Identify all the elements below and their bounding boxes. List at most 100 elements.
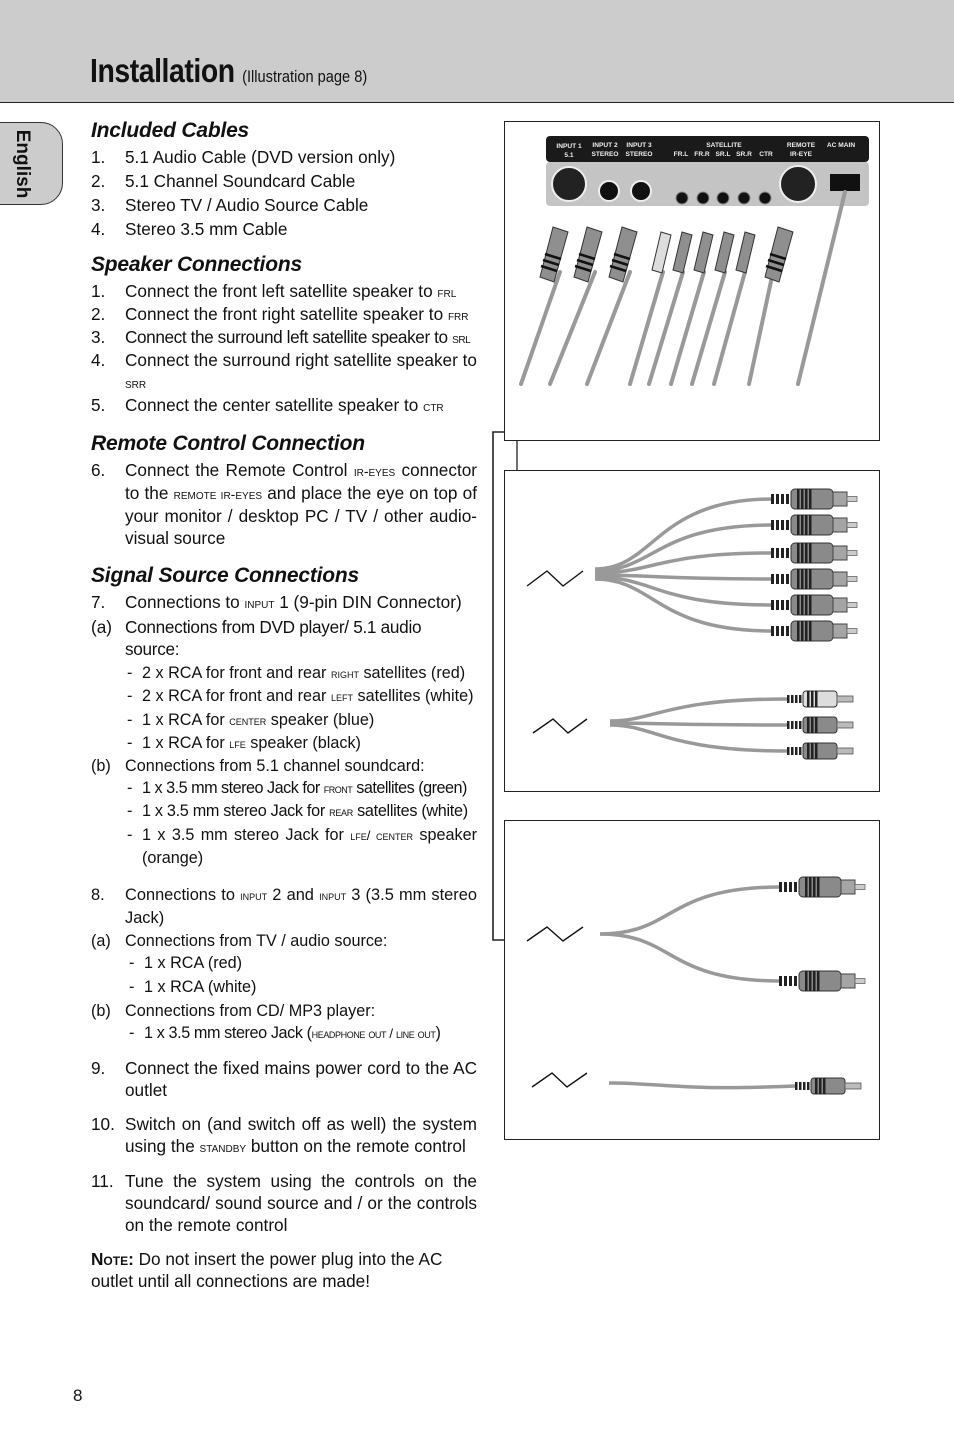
item-text: Stereo TV / Audio Source Cable xyxy=(125,195,369,215)
sub-item: -1 x RCA (white) xyxy=(129,976,477,999)
jack-socket-icon xyxy=(696,191,710,205)
panel-label: STEREO xyxy=(591,151,618,158)
satellite-label: FR.L xyxy=(674,151,689,158)
item-number: (a) xyxy=(91,932,111,951)
section-heading: Speaker Connections xyxy=(91,253,302,276)
sub-item: -1 x RCA for LFE speaker (black) xyxy=(127,733,361,752)
item-number: (a) xyxy=(91,617,113,637)
item-number: 4. xyxy=(91,219,106,239)
panel-label: INPUT 2 xyxy=(592,142,618,149)
item-text: speaker (black) xyxy=(250,733,361,752)
list-item: 1. 5.1 Audio Cable (DVD version only) xyxy=(91,146,477,168)
connector-code: LEFT xyxy=(330,689,353,705)
jack-plug-icon xyxy=(787,690,854,708)
sub-item: -1 x 3.5 mm stereo Jack for FRONT satell… xyxy=(127,779,467,798)
list-item: 6. Connect the Remote Control IR-EYES con… xyxy=(91,459,477,549)
satellite-label: SR.R xyxy=(736,151,752,158)
connector-code: CTR xyxy=(423,398,444,414)
item-number: 11. xyxy=(91,1171,114,1192)
back-panel-drawing: INPUT 1 5.1 INPUT 2 STEREO INPUT 3 STERE… xyxy=(519,136,869,386)
page-subtitle: (Illustration page 8) xyxy=(242,67,368,86)
item-text: 1 x 3.5 mm stereo Jack for xyxy=(142,825,344,844)
panel-label: SATELLITE xyxy=(706,142,742,149)
item-text: Connections from DVD player/ 5.1 audio s… xyxy=(125,617,422,659)
jack-plug-icon xyxy=(787,716,854,734)
item-text: Connect the surround left satellite spea… xyxy=(125,327,448,347)
list-item: 3. Stereo TV / Audio Source Cable xyxy=(91,194,477,216)
connector-code: SRL xyxy=(452,330,471,346)
cable-drawing-51 xyxy=(526,488,858,760)
list-item: (b) Connections from 5.1 channel soundcar… xyxy=(91,755,477,777)
item-number: 4. xyxy=(91,350,106,370)
section-speaker-connections: Speaker Connections 1. Connect the front … xyxy=(91,252,477,417)
item-number: 9. xyxy=(91,1058,106,1079)
cable-wire xyxy=(599,885,782,936)
plug-icon xyxy=(608,226,638,283)
list-item: 4. Connect the surround right satellite s… xyxy=(91,349,477,394)
connector-code: FRL xyxy=(437,284,457,300)
item-text: Connect the center satellite speaker to xyxy=(125,395,419,415)
panel-label-strip xyxy=(546,136,869,162)
cable-drawing-stereo xyxy=(526,876,866,1095)
note-label: Note: xyxy=(91,1249,134,1270)
plug-icon xyxy=(764,226,794,283)
list-item: 1. Connect the front left satellite speak… xyxy=(91,280,477,303)
page-title-text: Installation xyxy=(90,52,235,89)
page-title: Installation (Illustration page 8) xyxy=(90,52,367,90)
cable-wire xyxy=(608,1081,796,1090)
cable-break-icon xyxy=(531,1072,588,1088)
illustration-back-panel: INPUT 1 5.1 INPUT 2 STEREO INPUT 3 STERE… xyxy=(504,121,880,441)
list-item: 10. Switch on (and switch off as well) th… xyxy=(91,1113,477,1158)
plug-icon xyxy=(693,231,714,274)
item-text: 5.1 Channel Soundcard Cable xyxy=(125,171,356,191)
sub-item: -1 x 3.5 mm stereo Jack for LFE/ CENTER … xyxy=(127,825,478,868)
section-signal-source: Signal Source Connections 7. Connections … xyxy=(91,563,477,1292)
page-number: 8 xyxy=(73,1386,83,1405)
jack-socket-icon xyxy=(675,191,689,205)
item-text: Connect the surround right satellite spe… xyxy=(125,350,477,370)
item-text: Connect the front left satellite speaker… xyxy=(125,281,433,301)
sub-item: -1 x RCA for CENTER speaker (blue) xyxy=(127,710,375,729)
item-number: 1. xyxy=(91,147,106,167)
item-number: (b) xyxy=(91,1001,111,1020)
rca-plug-icon xyxy=(771,542,858,564)
panel-label: REMOTE xyxy=(787,142,816,149)
panel-label: 5.1 xyxy=(564,152,573,159)
illustration-51-cables xyxy=(504,470,880,792)
list-item: 8. Connections to INPUT 2 and INPUT 3 (3.… xyxy=(91,884,477,929)
item-text: Stereo 3.5 mm Cable xyxy=(125,219,288,239)
note: Note: Do not insert the power plug into … xyxy=(91,1248,477,1292)
plug-icon xyxy=(651,231,672,274)
sub-item: -2 x RCA for front and rear RIGHT satell… xyxy=(127,664,466,682)
panel-label: IR-EYE xyxy=(790,151,813,158)
jack-socket-icon xyxy=(598,180,620,202)
item-number: 7. xyxy=(91,592,106,612)
connector-code: REAR xyxy=(329,804,353,820)
item-number: 3. xyxy=(91,327,106,347)
item-text: Connect the Remote Control xyxy=(125,460,348,480)
sub-item: -1 x 3.5 mm stereo Jack (HEADPHONE OUT /… xyxy=(129,1023,441,1042)
jack-socket-icon xyxy=(737,191,751,205)
list-item: (b) Connections from CD/ MP3 player: xyxy=(91,1000,477,1022)
item-text: 1 x RCA (red) xyxy=(144,954,243,973)
plug-icon xyxy=(735,231,756,274)
item-text: Connections from 5.1 channel soundcard: xyxy=(125,757,425,776)
cable-break-icon xyxy=(526,570,584,587)
jack-socket-icon xyxy=(716,191,730,205)
sub-item: -1 x RCA (red) xyxy=(129,952,477,975)
item-text: 1 x RCA for xyxy=(142,710,225,729)
item-text: satellites (green) xyxy=(356,779,467,798)
jack-plug-icon xyxy=(795,1077,862,1095)
language-tab: English xyxy=(0,122,63,205)
connector-code: IR-EYES xyxy=(353,463,396,479)
list-item: (a) Connections from TV / audio source: xyxy=(91,930,477,952)
connector-code: INPUT xyxy=(240,888,268,904)
plug-icon xyxy=(672,231,693,274)
sub-item: -1 x 3.5 mm stereo Jack for REAR satelli… xyxy=(127,802,468,821)
panel-label: AC MAIN xyxy=(827,142,855,149)
panel-label: INPUT 1 xyxy=(556,143,582,150)
section-heading: Included Cables xyxy=(91,119,250,142)
connector-code: RIGHT xyxy=(330,666,359,681)
list-item: 7. Connections to INPUT 1 (9-pin DIN Conn… xyxy=(91,591,477,614)
satellite-label: SR.L xyxy=(715,151,730,158)
